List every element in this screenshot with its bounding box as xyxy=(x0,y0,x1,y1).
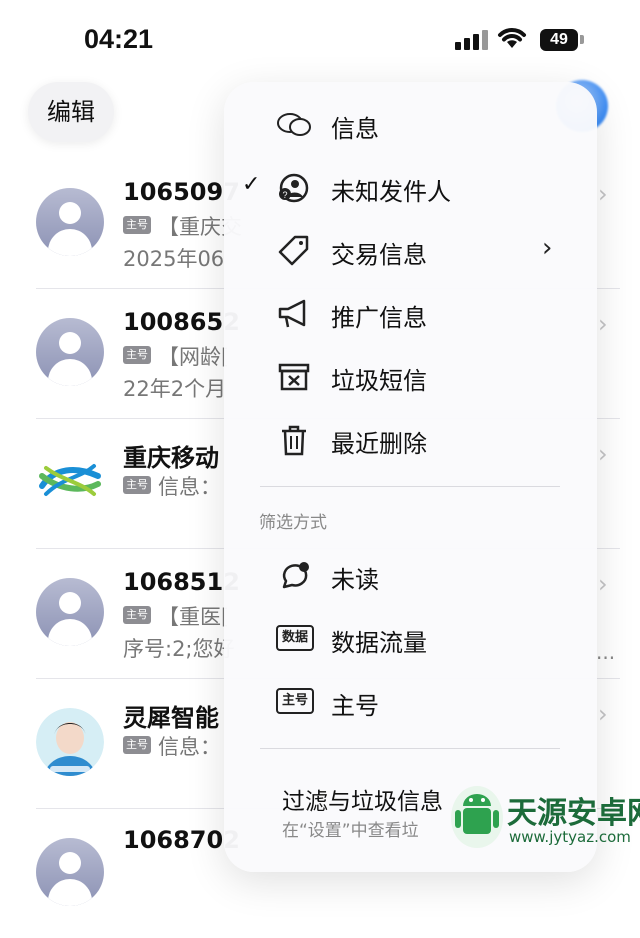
watermark-name: 天源安卓网 xyxy=(507,796,640,831)
conversation-title: 1068512 xyxy=(123,568,240,596)
unknown-sender-icon: ? xyxy=(279,173,309,203)
filter-settings-hint: 在“设置”中查看垃 xyxy=(282,821,419,841)
conversation-title: 1065097 xyxy=(123,178,240,206)
conversation-preview-line2: 2025年06 xyxy=(123,247,225,271)
menu-item-label: 信息 xyxy=(331,115,379,143)
battery-tip xyxy=(580,35,584,44)
truncation-ellipsis: ... xyxy=(596,640,616,664)
chevron-right-icon: › xyxy=(542,233,553,263)
main-number-badge: 主号 xyxy=(123,346,151,364)
filter-menu: 信息 ✓ ? 未知发件人 交易信息 › 推广信息 垃圾短信 最近删除 筛选方式 … xyxy=(224,82,597,872)
trash-icon xyxy=(282,425,306,456)
main-number-badge: 主号 xyxy=(123,476,151,494)
main-number-badge-icon: 主号 xyxy=(276,688,315,714)
menu-item-label: 交易信息 xyxy=(331,241,427,269)
status-time: 04:21 xyxy=(84,24,154,54)
chevron-right-icon: › xyxy=(598,700,608,728)
menu-item-unknown-senders[interactable]: ✓ ? 未知发件人 xyxy=(224,160,597,216)
menu-item-label: 垃圾短信 xyxy=(331,367,427,395)
conversation-preview: 【网龄[ xyxy=(158,345,230,369)
battery-icon: 49 xyxy=(540,29,578,51)
wifi-icon xyxy=(498,28,526,48)
person-icon xyxy=(36,318,104,386)
tag-icon xyxy=(278,235,309,266)
main-number-badge: 主号 xyxy=(123,736,151,754)
filter-settings-link[interactable]: 过滤与垃圾信息 xyxy=(282,782,443,816)
menu-item-unread[interactable]: 未读 xyxy=(224,548,597,604)
main-number-badge: 主号 xyxy=(123,216,151,234)
conversation-title: 灵犀智能 xyxy=(123,704,219,732)
person-icon xyxy=(36,188,104,256)
conversation-preview-line2: 22年2个月 xyxy=(123,377,227,401)
site-watermark: 天源安卓网 www.jytyaz.com xyxy=(447,782,640,855)
data-badge-icon: 数据 xyxy=(276,625,315,651)
menu-item-recently-deleted[interactable]: 最近删除 xyxy=(224,412,597,468)
person-icon xyxy=(36,578,104,646)
status-bar: 04:21 49 xyxy=(0,0,640,80)
edit-button[interactable]: 编辑 xyxy=(28,82,114,142)
menu-item-junk[interactable]: 垃圾短信 xyxy=(224,349,597,405)
menu-item-label: 数据流量 xyxy=(331,629,427,657)
menu-divider xyxy=(260,486,560,487)
menu-item-promotions[interactable]: 推广信息 xyxy=(224,286,597,342)
chevron-right-icon: › xyxy=(598,440,608,468)
megaphone-icon xyxy=(278,299,306,328)
filter-section-heading: 筛选方式 xyxy=(259,513,327,533)
checkmark-icon: ✓ xyxy=(242,172,261,197)
chat-bubbles-icon xyxy=(277,113,311,136)
menu-item-label: 最近删除 xyxy=(331,430,427,458)
menu-item-messages[interactable]: 信息 xyxy=(224,97,597,153)
conversation-title: 1008652 xyxy=(123,308,240,336)
conversation-preview: 信息： xyxy=(158,735,221,759)
conversation-preview: 【重医[ xyxy=(158,605,230,629)
menu-item-label: 主号 xyxy=(331,692,379,720)
android-logo-icon xyxy=(451,786,503,848)
conversation-preview: 信息： xyxy=(158,475,221,499)
chevron-right-icon: › xyxy=(598,310,608,338)
conversation-preview-line2: 序号:2;您好 xyxy=(123,637,235,661)
menu-item-main-number[interactable]: 主号 主号 xyxy=(224,674,597,730)
watermark-url: www.jytyaz.com xyxy=(509,828,631,846)
unread-bubble-icon xyxy=(282,562,309,589)
menu-item-label: 未读 xyxy=(331,566,379,594)
assistant-avatar xyxy=(36,708,104,776)
conversation-title: 重庆移动 xyxy=(123,444,219,472)
svg-text:?: ? xyxy=(282,190,287,200)
menu-item-label: 推广信息 xyxy=(331,304,427,332)
chevron-right-icon: › xyxy=(598,570,608,598)
conversation-title: 1068702 xyxy=(123,826,240,854)
menu-divider xyxy=(260,748,560,749)
cellular-signal-icon xyxy=(455,30,489,50)
menu-item-transactions[interactable]: 交易信息 › xyxy=(224,223,597,279)
china-mobile-logo xyxy=(36,446,104,514)
person-icon xyxy=(36,838,104,906)
menu-item-data[interactable]: 数据 数据流量 xyxy=(224,611,597,667)
junk-box-icon xyxy=(278,363,310,391)
main-number-badge: 主号 xyxy=(123,606,151,624)
chevron-right-icon: › xyxy=(598,180,608,208)
menu-item-label: 未知发件人 xyxy=(331,178,451,206)
